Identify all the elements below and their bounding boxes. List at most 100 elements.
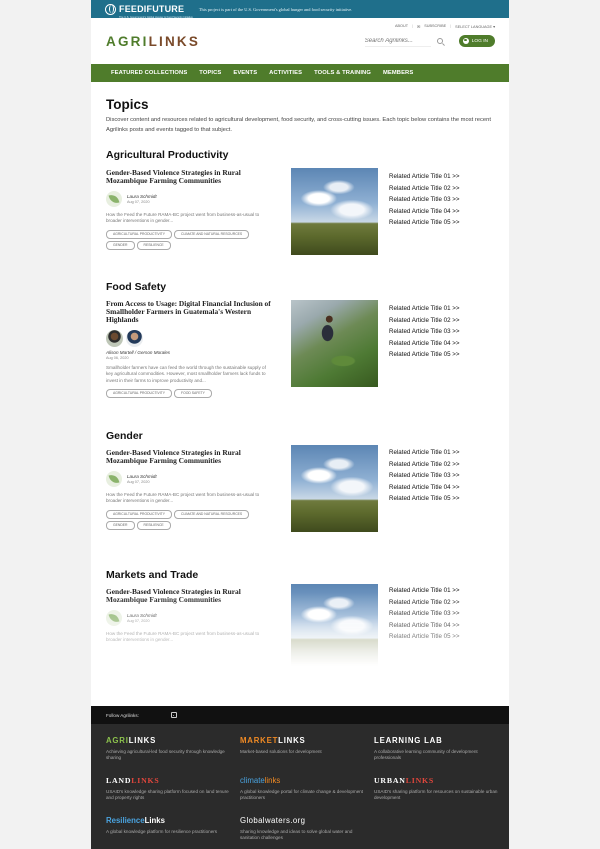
section-title: Food Safety xyxy=(106,281,167,293)
user-icon xyxy=(462,38,469,44)
nav-members[interactable]: MEMBERS xyxy=(383,70,413,76)
follow-row: Follow Agrilinks: xyxy=(91,706,509,724)
partner-logo: MARKETLINKS xyxy=(240,736,306,745)
nav-events[interactable]: EVENTS xyxy=(233,70,257,76)
page-intro: Discover content and resources related t… xyxy=(106,117,491,133)
author-name[interactable]: Laura Schmidt xyxy=(127,613,157,618)
tag[interactable]: CLIMATE AND NATURAL RESOURCES xyxy=(174,229,250,239)
tag-list: AGRICULTURAL PRODUCTIVITY CLIMATE AND NA… xyxy=(106,509,276,530)
related-article-link[interactable]: Related Article Title 03 >> xyxy=(389,608,460,620)
article-image[interactable] xyxy=(291,445,378,532)
topic-section-markets-and-trade: Markets and Trade Gender-Based Violence … xyxy=(106,569,494,689)
about-link[interactable]: ABOUT xyxy=(395,24,408,28)
tag-list: AGRICULTURAL PRODUCTIVITY FOOD SAFETY xyxy=(106,388,276,399)
nav-tools-training[interactable]: TOOLS & TRAINING xyxy=(314,70,371,76)
article-excerpt: How the Feed the Future RAMA-BC project … xyxy=(106,631,260,643)
related-article-link[interactable]: Related Article Title 01 >> xyxy=(389,303,460,315)
agrilinks-logo[interactable]: AGRILINKS xyxy=(106,34,200,49)
related-article-link[interactable]: Related Article Title 05 >> xyxy=(389,493,460,505)
partner-landlinks[interactable]: LANDLINKS USAID's knowledge sharing plat… xyxy=(106,776,240,816)
tag[interactable]: FOOD SAFETY xyxy=(174,388,212,399)
related-article-link[interactable]: Related Article Title 02 >> xyxy=(389,183,460,195)
partner-desc: Market-based solutions for development xyxy=(240,749,322,754)
section-title: Agricultural Productivity xyxy=(106,149,229,161)
tag[interactable]: RESILIENCE xyxy=(136,240,171,250)
page: FEEDIFUTURE The U.S. Government's Global… xyxy=(91,0,509,849)
related-article-link[interactable]: Related Article Title 04 >> xyxy=(389,482,460,494)
partner-marketlinks[interactable]: MARKETLINKS Market-based solutions for d… xyxy=(240,736,374,776)
page-title: Topics xyxy=(106,97,149,112)
ftf-note: This project is part of the U.S. Governm… xyxy=(198,6,353,12)
author-name[interactable]: Laura Schmidt xyxy=(127,474,157,479)
related-article-link[interactable]: Related Article Title 03 >> xyxy=(389,194,460,206)
related-article-link[interactable]: Related Article Title 01 >> xyxy=(389,585,460,597)
related-article-link[interactable]: Related Article Title 03 >> xyxy=(389,470,460,482)
language-select[interactable]: SELECT LANGUAGE ▾ xyxy=(455,24,495,29)
related-article-link[interactable]: Related Article Title 01 >> xyxy=(389,171,460,183)
tag[interactable]: AGRICULTURAL PRODUCTIVITY xyxy=(106,388,172,399)
subscribe-link[interactable]: SUBSCRIBE xyxy=(424,24,446,28)
related-article-link[interactable]: Related Article Title 05 >> xyxy=(389,631,460,643)
login-button[interactable]: LOG IN xyxy=(458,35,495,47)
article-date: Aug 07, 2020 xyxy=(127,200,150,204)
partner-logo: ResilienceLinks xyxy=(106,816,165,825)
related-article-link[interactable]: Related Article Title 04 >> xyxy=(389,620,460,632)
partner-learning-lab[interactable]: LEARNING LAB A collaborative learning co… xyxy=(374,736,508,776)
author-avatar xyxy=(126,330,143,347)
rss-icon[interactable] xyxy=(170,712,177,718)
related-articles: Related Article Title 01 >> Related Arti… xyxy=(389,447,460,505)
tag[interactable]: AGRICULTURAL PRODUCTIVITY xyxy=(106,509,172,519)
nav-activities[interactable]: ACTIVITIES xyxy=(269,70,302,76)
related-article-link[interactable]: Related Article Title 05 >> xyxy=(389,349,460,361)
partner-climatelinks[interactable]: climatelinks A global knowledge portal f… xyxy=(240,776,374,816)
tag[interactable]: AGRICULTURAL PRODUCTIVITY xyxy=(106,229,172,239)
nav-featured-collections[interactable]: FEATURED COLLECTIONS xyxy=(111,70,187,76)
article-title[interactable]: From Access to Usage: Digital Financial … xyxy=(106,300,274,324)
article-excerpt: How the Feed the Future RAMA-BC project … xyxy=(106,492,260,504)
article-title[interactable]: Gender-Based Violence Strategies in Rura… xyxy=(106,169,266,185)
ftf-logo[interactable]: FEEDIFUTURE The U.S. Government's Global… xyxy=(105,0,193,19)
article-title[interactable]: Gender-Based Violence Strategies in Rura… xyxy=(106,449,266,465)
author-name[interactable]: Laura Schmidt xyxy=(127,194,157,199)
partner-desc: Achieving agricultural-led food security… xyxy=(106,749,225,760)
leaf-avatar-icon xyxy=(106,191,122,207)
related-articles: Related Article Title 01 >> Related Arti… xyxy=(389,585,460,643)
tag[interactable]: RESILIENCE xyxy=(136,520,171,530)
related-article-link[interactable]: Related Article Title 02 >> xyxy=(389,597,460,609)
login-label: LOG IN xyxy=(471,38,488,44)
related-article-link[interactable]: Related Article Title 01 >> xyxy=(389,447,460,459)
article-date: Aug 07, 2020 xyxy=(127,480,150,484)
nav-topics[interactable]: TOPICS xyxy=(199,70,221,76)
article-image[interactable] xyxy=(291,300,378,387)
article-image[interactable] xyxy=(291,168,378,255)
related-article-link[interactable]: Related Article Title 04 >> xyxy=(389,338,460,350)
article-image[interactable] xyxy=(291,584,378,671)
partner-logo: Globalwaters.org xyxy=(240,816,306,825)
search-icon[interactable] xyxy=(436,38,443,44)
globe-icon xyxy=(105,3,116,15)
related-article-link[interactable]: Related Article Title 05 >> xyxy=(389,217,460,229)
article-title[interactable]: Gender-Based Violence Strategies in Rura… xyxy=(106,588,266,604)
related-article-link[interactable]: Related Article Title 03 >> xyxy=(389,326,460,338)
leaf-avatar-icon xyxy=(106,610,122,626)
partner-globalwaters[interactable]: Globalwaters.org Sharing knowledge and i… xyxy=(240,816,374,849)
follow-label: Follow Agrilinks: xyxy=(106,712,139,718)
section-title: Gender xyxy=(106,430,143,442)
topic-section-agricultural-productivity: Agricultural Productivity Gender-Based V… xyxy=(106,149,494,281)
utility-nav: ABOUT | ✉ SUBSCRIBE | SELECT LANGUAGE ▾ xyxy=(91,21,509,31)
tag[interactable]: GENDER xyxy=(106,240,135,250)
partner-resiliencelinks[interactable]: ResilienceLinks A global knowledge platf… xyxy=(106,816,240,849)
tag[interactable]: GENDER xyxy=(106,520,135,530)
partner-urbanlinks[interactable]: URBANLINKS USAID's sharing platform for … xyxy=(374,776,508,816)
partner-desc: USAID's knowledge sharing platform focus… xyxy=(106,789,229,800)
main-content: Topics Discover content and resources re… xyxy=(91,97,509,689)
ftf-logo-text: FEEDIFUTURE xyxy=(119,3,185,14)
partner-agrilinks[interactable]: AGRILINKS Achieving agricultural-led foo… xyxy=(106,736,240,776)
search-input[interactable] xyxy=(364,35,431,47)
related-article-link[interactable]: Related Article Title 04 >> xyxy=(389,206,460,218)
related-article-link[interactable]: Related Article Title 02 >> xyxy=(389,315,460,327)
related-article-link[interactable]: Related Article Title 02 >> xyxy=(389,459,460,471)
tag[interactable]: CLIMATE AND NATURAL RESOURCES xyxy=(174,509,250,519)
divider: | xyxy=(450,24,452,28)
brand-row: AGRILINKS LOG IN xyxy=(91,31,509,51)
